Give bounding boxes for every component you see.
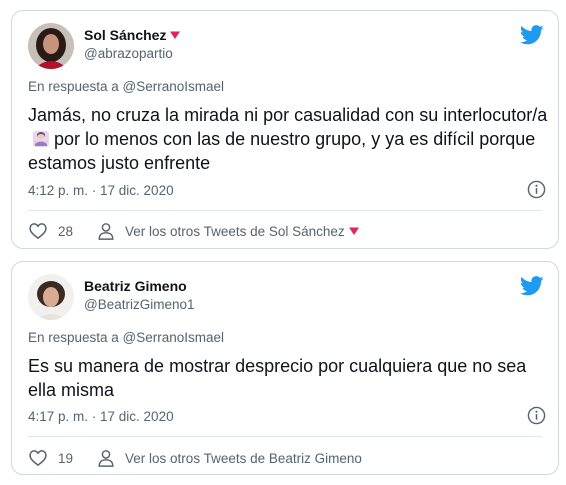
like-heart-icon[interactable] <box>28 221 48 241</box>
tweet-actions: 19 Ver los otros Tweets de Beatriz Gimen… <box>28 448 362 468</box>
timestamp[interactable]: 4:12 p. m. · 17 dic. 2020 <box>28 183 174 198</box>
avatar[interactable] <box>28 274 74 320</box>
like-count[interactable]: 28 <box>58 224 73 239</box>
woman-shrugging-emoji <box>33 131 49 147</box>
divider <box>28 210 542 211</box>
reply-context[interactable]: En respuesta a @SerranoIsmael <box>28 330 224 345</box>
other-tweets-label[interactable]: Ver los otros Tweets de Beatriz Gimeno <box>125 451 362 466</box>
tweet-card[interactable]: Beatriz Gimeno @BeatrizGimeno1 En respue… <box>11 261 559 475</box>
display-name[interactable]: Beatriz Gimeno <box>84 278 187 294</box>
tweet-text: Jamás, no cruza la mirada ni por casuali… <box>28 103 550 175</box>
twitter-bird-icon[interactable] <box>520 276 544 296</box>
twitter-bird-icon[interactable] <box>520 25 544 45</box>
info-icon[interactable] <box>527 180 546 199</box>
reply-context[interactable]: En respuesta a @SerranoIsmael <box>28 79 224 94</box>
like-count[interactable]: 19 <box>58 451 73 466</box>
user-handle[interactable]: @BeatrizGimeno1 <box>84 297 195 312</box>
other-tweets-link[interactable]: Ver los otros Tweets de Beatriz Gimeno <box>125 451 362 466</box>
tweet-actions: 28 Ver los otros Tweets de Sol Sánchez <box>28 221 359 241</box>
like-heart-icon[interactable] <box>28 448 48 468</box>
other-tweets-link[interactable]: Ver los otros Tweets de Sol Sánchez <box>125 224 359 239</box>
red-heart-badge-icon <box>170 31 181 39</box>
display-name-text[interactable]: Beatriz Gimeno <box>84 278 187 294</box>
divider <box>28 436 542 437</box>
user-handle[interactable]: @abrazopartio <box>84 46 173 61</box>
display-name[interactable]: Sol Sánchez <box>84 27 181 43</box>
tweet-text-part: Jamás, no cruza la mirada ni por casuali… <box>28 105 548 125</box>
person-icon[interactable] <box>97 222 115 240</box>
tweet-text-part: por lo menos con las de nuestro grupo, y… <box>28 129 536 173</box>
tweet-card[interactable]: Sol Sánchez @abrazopartio En respuesta a… <box>11 10 559 249</box>
tweet-text: Es su manera de mostrar desprecio por cu… <box>28 356 527 400</box>
info-icon[interactable] <box>527 406 546 425</box>
display-name-text[interactable]: Sol Sánchez <box>84 27 166 43</box>
red-heart-badge-icon <box>348 227 359 235</box>
avatar[interactable] <box>28 23 74 69</box>
timestamp[interactable]: 4:17 p. m. · 17 dic. 2020 <box>28 409 174 424</box>
person-icon[interactable] <box>97 449 115 467</box>
other-tweets-label[interactable]: Ver los otros Tweets de Sol Sánchez <box>125 224 345 239</box>
